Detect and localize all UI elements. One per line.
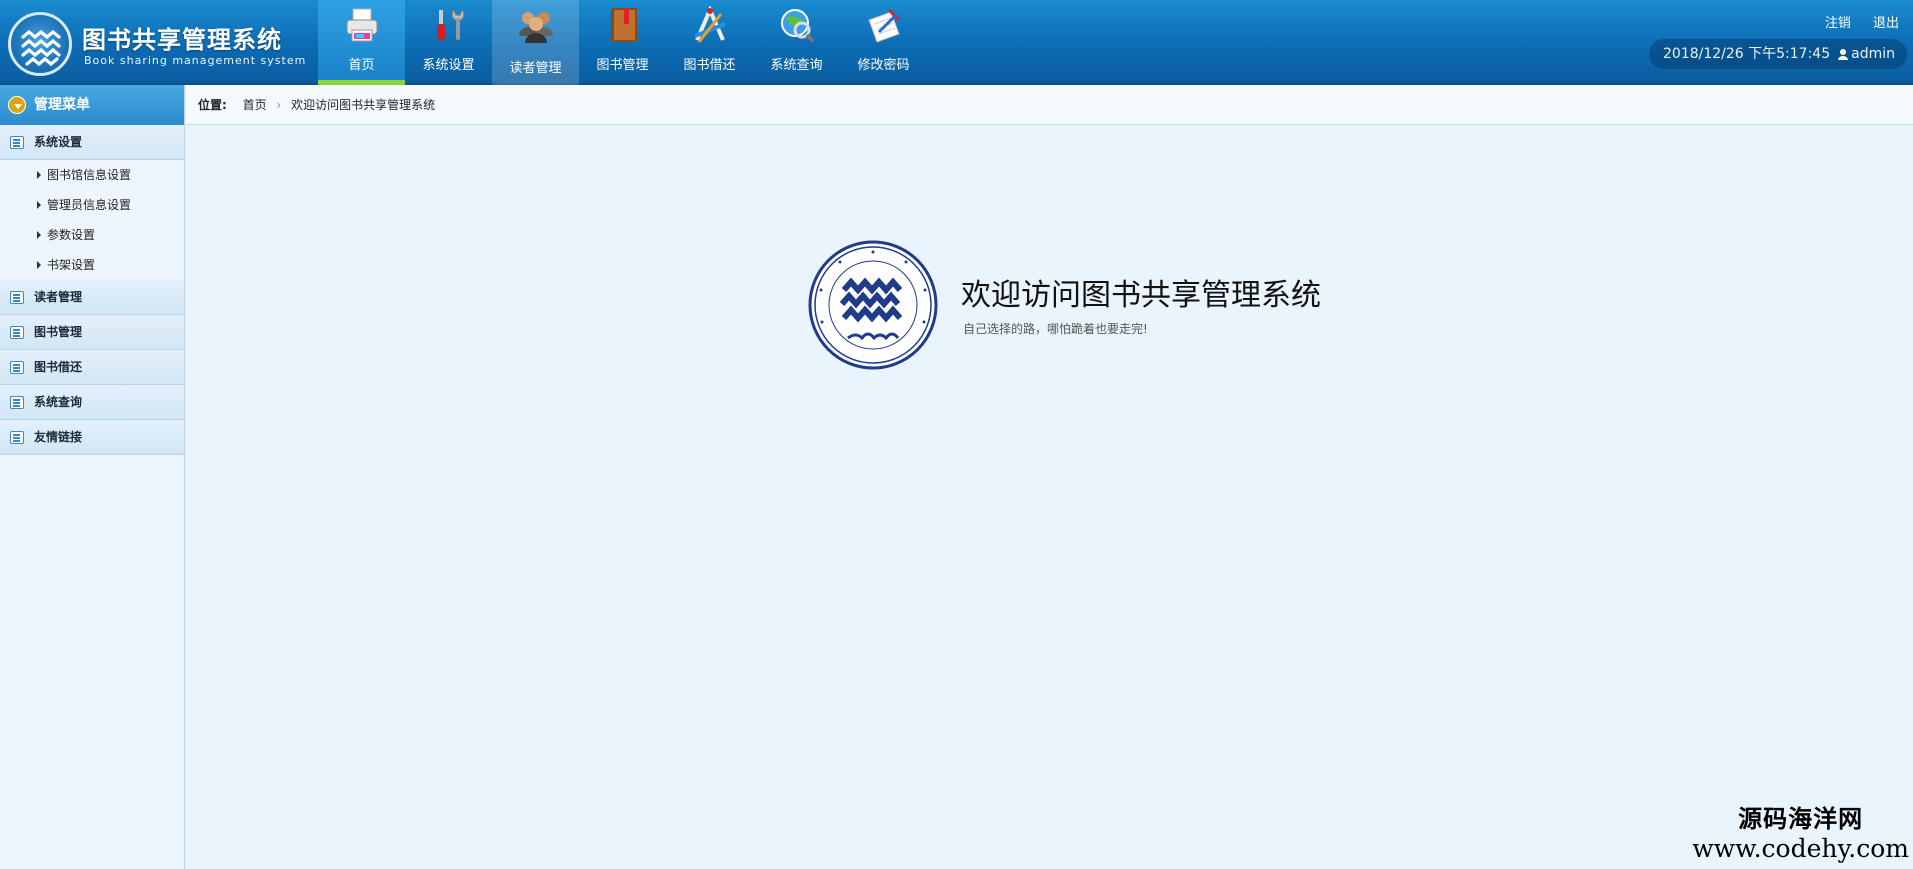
sidebar-item-parameters[interactable]: 参数设置 xyxy=(0,220,184,250)
nav-home[interactable]: 首页 xyxy=(318,0,405,85)
app-title: 图书共享管理系统 xyxy=(82,26,282,54)
logout-link[interactable]: 注销 xyxy=(1825,16,1851,31)
top-header: 图书共享管理系统 Book sharing management system … xyxy=(0,0,1913,85)
user-icon xyxy=(1838,49,1849,60)
nav-book-management[interactable]: 图书管理 xyxy=(579,0,666,85)
calendar-icon xyxy=(10,361,24,374)
sidebar-group-reader-management[interactable]: 读者管理 xyxy=(0,280,184,315)
sidebar-group-borrow-return[interactable]: 图书借还 xyxy=(0,350,184,385)
nav-system-query[interactable]: 系统查询 xyxy=(753,0,840,85)
sidebar-group-label: 友情链接 xyxy=(34,430,83,444)
watermark-line2: www.codehy.com xyxy=(1692,834,1909,863)
app-logo[interactable]: 图书共享管理系统 Book sharing management system xyxy=(8,10,308,80)
nav-change-password[interactable]: 修改密码 xyxy=(840,0,927,85)
nav-book-management-label: 图书管理 xyxy=(596,58,649,73)
top-nav: 首页 系统设置 读者管理 图书管理 图书借还 系统查询 修改密码 xyxy=(318,0,927,85)
collapse-icon xyxy=(8,96,26,114)
sidebar-group-label: 读者管理 xyxy=(34,290,83,304)
calendar-icon xyxy=(10,431,24,444)
sidebar-group-system-settings[interactable]: 系统设置 xyxy=(0,125,184,160)
sidebar-item-admin-info[interactable]: 管理员信息设置 xyxy=(0,190,184,220)
welcome-title: 欢迎访问图书共享管理系统 xyxy=(961,278,1321,313)
current-user[interactable]: admin xyxy=(1837,39,1895,69)
nav-system-query-label: 系统查询 xyxy=(770,58,823,73)
nav-book-borrow-return[interactable]: 图书借还 xyxy=(666,0,753,85)
sidebar-group-label: 图书管理 xyxy=(34,325,83,339)
printer-icon xyxy=(346,8,378,42)
tools-icon xyxy=(437,9,465,40)
app-subtitle: Book sharing management system xyxy=(84,54,307,67)
sidebar-group-label: 系统设置 xyxy=(34,135,83,149)
welcome-panel: 欢迎访问图书共享管理系统 自己选择的路，哪怕跪着也要走完! xyxy=(808,240,1328,370)
welcome-subtitle: 自己选择的路，哪怕跪着也要走完! xyxy=(963,322,1148,336)
list-icon xyxy=(10,136,24,149)
nav-change-password-label: 修改密码 xyxy=(857,58,910,73)
current-datetime: 2018/12/26 下午5:17:45 xyxy=(1663,46,1831,62)
globe-search-icon xyxy=(781,9,815,43)
breadcrumb-current: 欢迎访问图书共享管理系统 xyxy=(291,98,436,112)
top-links: 注销 退出 xyxy=(1807,12,1899,31)
breadcrumb-prefix: 位置: xyxy=(198,98,227,112)
breadcrumb-separator-icon: › xyxy=(276,98,282,112)
nav-book-borrow-return-label: 图书借还 xyxy=(683,58,736,73)
user-status: 2018/12/26 下午5:17:45 admin xyxy=(1649,39,1907,69)
university-seal-icon xyxy=(808,240,938,370)
book-icon xyxy=(611,8,637,42)
breadcrumb-home[interactable]: 首页 xyxy=(243,98,267,112)
breadcrumb: 位置: 首页 › 欢迎访问图书共享管理系统 xyxy=(186,85,1913,125)
current-user-name: admin xyxy=(1851,46,1895,62)
sidebar-group-system-query[interactable]: 系统查询 xyxy=(0,385,184,420)
users-icon xyxy=(519,12,553,43)
message-icon xyxy=(10,291,24,304)
edit-doc-icon xyxy=(868,8,901,43)
watermark: 源码海洋网 www.codehy.com xyxy=(1692,799,1909,863)
drafting-icon xyxy=(694,6,726,43)
sidebar-group-label: 图书借还 xyxy=(34,360,83,374)
nav-reader-management-label: 读者管理 xyxy=(509,61,562,76)
sidebar-group-book-management[interactable]: 图书管理 xyxy=(0,315,184,350)
menu-header-label: 管理菜单 xyxy=(34,97,90,113)
sidebar: 管理菜单 系统设置 图书馆信息设置 管理员信息设置 参数设置 书架设置 读者管理… xyxy=(0,85,185,869)
sidebar-item-bookshelf[interactable]: 书架设置 xyxy=(0,250,184,280)
watermark-line1: 源码海洋网 xyxy=(1738,805,1864,833)
exit-link[interactable]: 退出 xyxy=(1873,16,1899,31)
menu-header[interactable]: 管理菜单 xyxy=(0,85,184,125)
edit-icon xyxy=(10,396,24,409)
sidebar-group-friendly-links[interactable]: 友情链接 xyxy=(0,420,184,455)
sidebar-item-library-info[interactable]: 图书馆信息设置 xyxy=(0,160,184,190)
logo-emblem-icon xyxy=(8,12,72,76)
nav-system-settings[interactable]: 系统设置 xyxy=(405,0,492,85)
sidebar-group-label: 系统查询 xyxy=(34,395,83,409)
edit-icon xyxy=(10,326,24,339)
nav-home-label: 首页 xyxy=(348,58,375,73)
nav-system-settings-label: 系统设置 xyxy=(422,58,475,73)
nav-reader-management[interactable]: 读者管理 xyxy=(492,0,579,85)
